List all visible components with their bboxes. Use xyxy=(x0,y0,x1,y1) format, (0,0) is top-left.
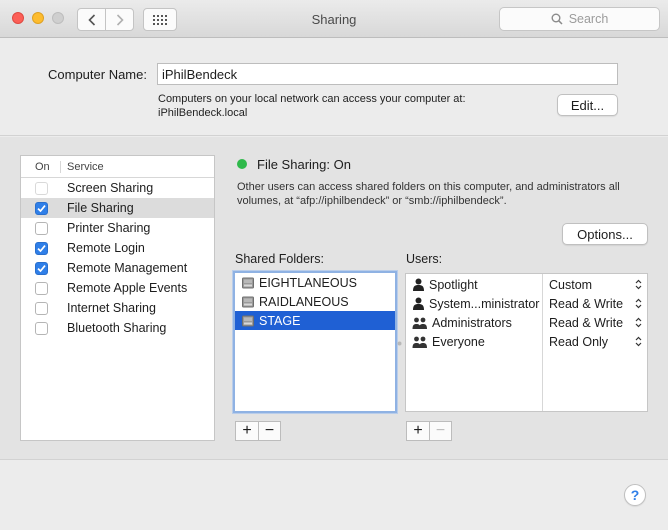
drive-icon xyxy=(242,315,254,326)
popup-arrows-icon xyxy=(635,279,642,290)
user-name: Spotlight xyxy=(429,277,478,292)
users-label: Users: xyxy=(406,252,443,266)
service-checkbox[interactable] xyxy=(35,261,48,275)
service-row[interactable]: Printer Sharing xyxy=(21,218,214,238)
user-group-icon xyxy=(412,336,427,348)
user-row[interactable]: Everyone Read Only xyxy=(406,332,647,351)
search-placeholder: Search xyxy=(568,12,609,26)
single-user-icon xyxy=(413,297,424,310)
service-checkbox[interactable] xyxy=(35,221,48,235)
popup-arrows-icon xyxy=(635,317,642,328)
service-label: Remote Login xyxy=(67,241,145,255)
shared-folder-name: STAGE xyxy=(259,313,301,328)
service-row[interactable]: File Sharing xyxy=(21,198,214,218)
column-header-on[interactable]: On xyxy=(21,160,61,173)
permission-popup[interactable]: Read Only xyxy=(542,335,647,349)
service-row[interactable]: Remote Management xyxy=(21,258,214,278)
title-bar: Sharing Search xyxy=(0,0,668,38)
search-icon xyxy=(551,13,563,25)
users-add-remove: + − xyxy=(406,421,452,441)
user-name: Everyone xyxy=(432,334,485,349)
file-sharing-description: Other users can access shared folders on… xyxy=(237,181,620,207)
drive-icon xyxy=(242,296,254,307)
add-user-button[interactable]: + xyxy=(407,422,429,440)
users-list[interactable]: Spotlight Custom System...ministrator Read … xyxy=(405,273,648,412)
user-row[interactable]: Administrators Read & Write xyxy=(406,313,647,332)
splitter-handle[interactable] xyxy=(397,340,402,347)
permission-value: Read & Write xyxy=(549,296,624,311)
shared-folder-name: EIGHTLANEOUS xyxy=(259,275,357,290)
options-button[interactable]: Options... xyxy=(562,223,648,245)
user-name-cell: Administrators xyxy=(406,316,542,330)
services-list-header: On Service xyxy=(21,156,214,178)
service-row[interactable]: Bluetooth Sharing xyxy=(21,318,214,338)
user-row[interactable]: System...ministrator Read & Write xyxy=(406,294,647,313)
service-checkbox[interactable] xyxy=(35,181,48,195)
service-label: Bluetooth Sharing xyxy=(67,321,167,335)
network-address-text: Computers on your local network can acce… xyxy=(158,92,466,120)
network-address-line2: iPhilBendeck.local xyxy=(158,107,248,119)
user-name: System...ministrator xyxy=(429,296,540,311)
network-address-line1: Computers on your local network can acce… xyxy=(158,93,466,105)
service-label: Internet Sharing xyxy=(67,301,156,315)
file-sharing-status: File Sharing: On xyxy=(257,157,351,172)
permission-popup[interactable]: Read & Write xyxy=(542,316,647,330)
service-label: Remote Management xyxy=(67,261,188,275)
service-label: Printer Sharing xyxy=(67,221,151,235)
user-name-cell: Everyone xyxy=(406,335,542,349)
popup-arrows-icon xyxy=(635,336,642,347)
edit-button[interactable]: Edit... xyxy=(557,94,618,116)
service-checkbox[interactable] xyxy=(35,321,48,335)
service-label: Screen Sharing xyxy=(67,181,154,195)
permission-value: Custom xyxy=(549,277,593,292)
service-row[interactable]: Screen Sharing xyxy=(21,178,214,198)
shared-folders-label: Shared Folders: xyxy=(235,252,324,266)
drive-icon xyxy=(242,277,254,288)
permission-value: Read Only xyxy=(549,334,609,349)
shared-folder-name: RAIDLANEOUS xyxy=(259,294,349,309)
column-header-service[interactable]: Service xyxy=(61,161,104,173)
popup-arrows-icon xyxy=(635,298,642,309)
service-checkbox[interactable] xyxy=(35,201,48,215)
permission-popup[interactable]: Custom xyxy=(542,278,647,292)
computer-name-input[interactable] xyxy=(157,63,618,85)
user-name: Administrators xyxy=(432,315,512,330)
service-checkbox[interactable] xyxy=(35,241,48,255)
shared-folders-list[interactable]: EIGHTLANEOUS RAIDLANEOUS STAGE xyxy=(233,271,397,413)
computer-name-label: Computer Name: xyxy=(48,67,147,82)
service-checkbox[interactable] xyxy=(35,281,48,295)
help-button[interactable]: ? xyxy=(624,484,646,506)
remove-user-button[interactable]: − xyxy=(429,422,451,440)
service-label: File Sharing xyxy=(67,201,134,215)
shared-folder-row[interactable]: STAGE xyxy=(235,311,395,330)
shared-folder-row[interactable]: EIGHTLANEOUS xyxy=(235,273,395,292)
single-user-icon xyxy=(413,278,424,291)
user-row[interactable]: Spotlight Custom xyxy=(406,275,647,294)
shared-folder-row[interactable]: RAIDLANEOUS xyxy=(235,292,395,311)
search-field[interactable]: Search xyxy=(499,7,660,31)
service-row[interactable]: Internet Sharing xyxy=(21,298,214,318)
computer-name-section xyxy=(0,39,668,136)
checkmark-icon xyxy=(37,244,46,252)
user-name-cell: System...ministrator xyxy=(406,297,542,311)
service-row[interactable]: Remote Login xyxy=(21,238,214,258)
services-list: On Service Screen Sharing File Sharing Pri… xyxy=(20,155,215,441)
service-row[interactable]: Remote Apple Events xyxy=(21,278,214,298)
permission-popup[interactable]: Read & Write xyxy=(542,297,647,311)
user-name-cell: Spotlight xyxy=(406,278,542,292)
checkmark-icon xyxy=(37,204,46,212)
checkmark-icon xyxy=(37,264,46,272)
permission-value: Read & Write xyxy=(549,315,624,330)
service-checkbox[interactable] xyxy=(35,301,48,315)
user-group-icon xyxy=(412,317,427,329)
status-indicator xyxy=(237,159,247,169)
service-label: Remote Apple Events xyxy=(67,281,188,295)
footer xyxy=(0,459,668,530)
add-folder-button[interactable]: + xyxy=(236,422,258,440)
folders-add-remove: + − xyxy=(235,421,281,441)
remove-folder-button[interactable]: − xyxy=(258,422,280,440)
